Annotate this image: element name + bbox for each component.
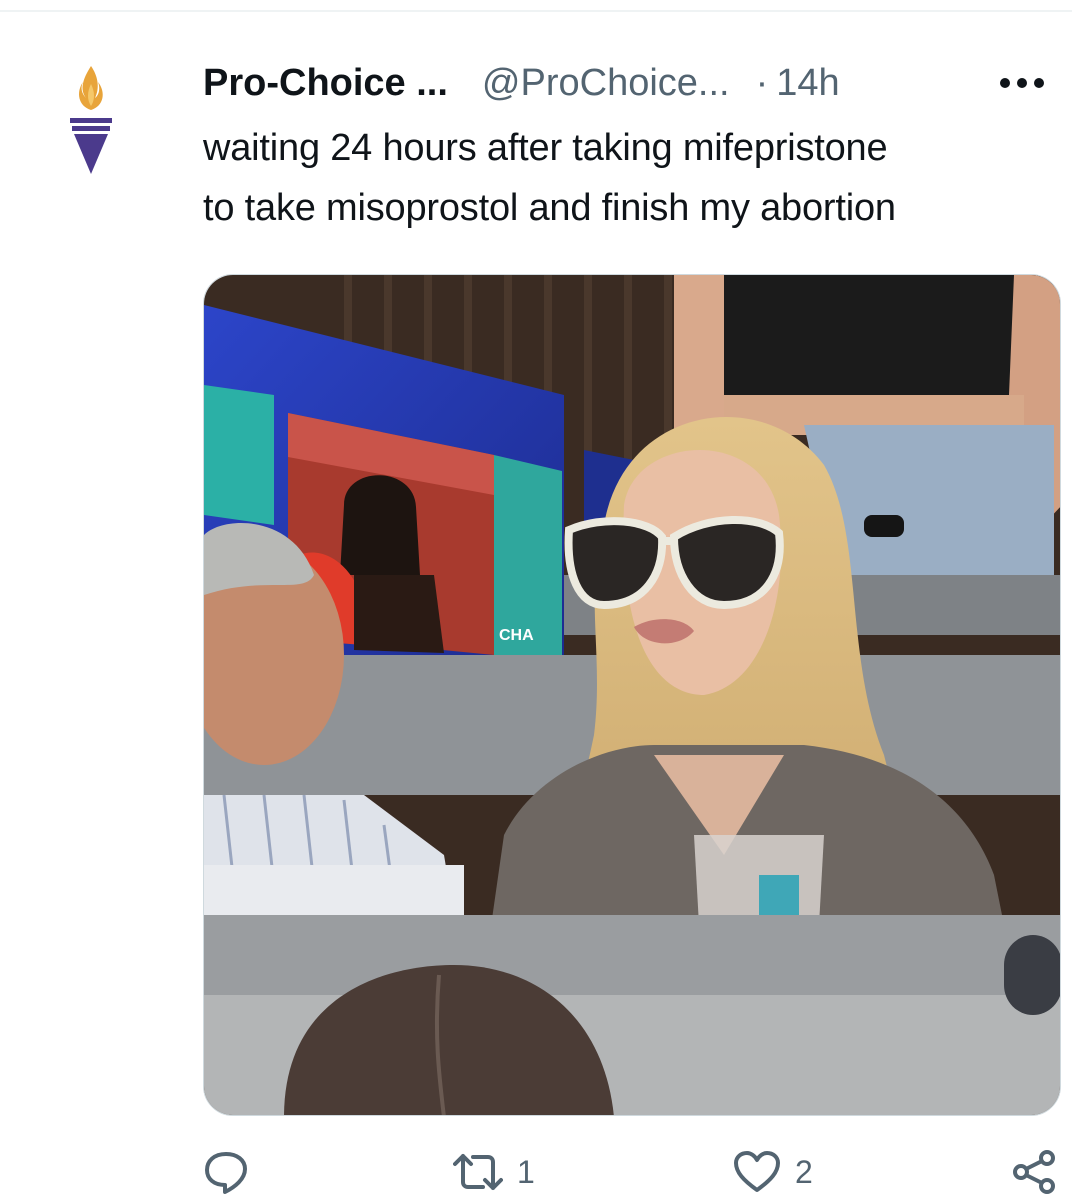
reply-icon xyxy=(205,1152,247,1194)
share-icon xyxy=(1013,1150,1055,1194)
like-count: 2 xyxy=(795,1153,813,1190)
like-icon xyxy=(734,1151,780,1192)
more-options-button[interactable] xyxy=(999,58,1045,108)
author-avatar[interactable] xyxy=(58,62,124,180)
retweet-count: 1 xyxy=(517,1153,535,1190)
torch-logo-icon xyxy=(70,66,112,174)
timestamp[interactable]: 14h xyxy=(776,61,839,105)
author-name[interactable]: Pro-Choice ... xyxy=(203,61,448,105)
more-options-icon xyxy=(1000,78,1044,88)
tweet-text-line: waiting 24 hours after taking mifepristo… xyxy=(203,127,888,169)
author-handle[interactable]: @ProChoice... xyxy=(482,61,730,105)
retweet-icon xyxy=(453,1154,503,1190)
tweet-action-bar: 1 2 xyxy=(203,1150,1063,1200)
tweet-card: Pro-Choice ... @ProChoice... · 14h waiti… xyxy=(0,0,1072,1200)
separator-dot: · xyxy=(755,62,769,104)
share-button[interactable] xyxy=(1011,1150,1057,1194)
tweet-text: waiting 24 hours after taking mifepristo… xyxy=(203,118,1063,238)
divider xyxy=(0,10,1072,12)
reply-button[interactable] xyxy=(203,1150,263,1194)
scoreboard-text: CHA xyxy=(499,627,534,644)
like-button[interactable]: 2 xyxy=(733,1150,813,1194)
tweet-text-line: to take misoprostol and finish my aborti… xyxy=(203,187,896,229)
photo-illustration: CHA xyxy=(204,275,1060,1115)
tweet-header: Pro-Choice ... @ProChoice... · 14h xyxy=(203,58,1063,108)
tweet-photo[interactable]: CHA xyxy=(203,274,1061,1116)
retweet-button[interactable]: 1 xyxy=(453,1150,535,1194)
